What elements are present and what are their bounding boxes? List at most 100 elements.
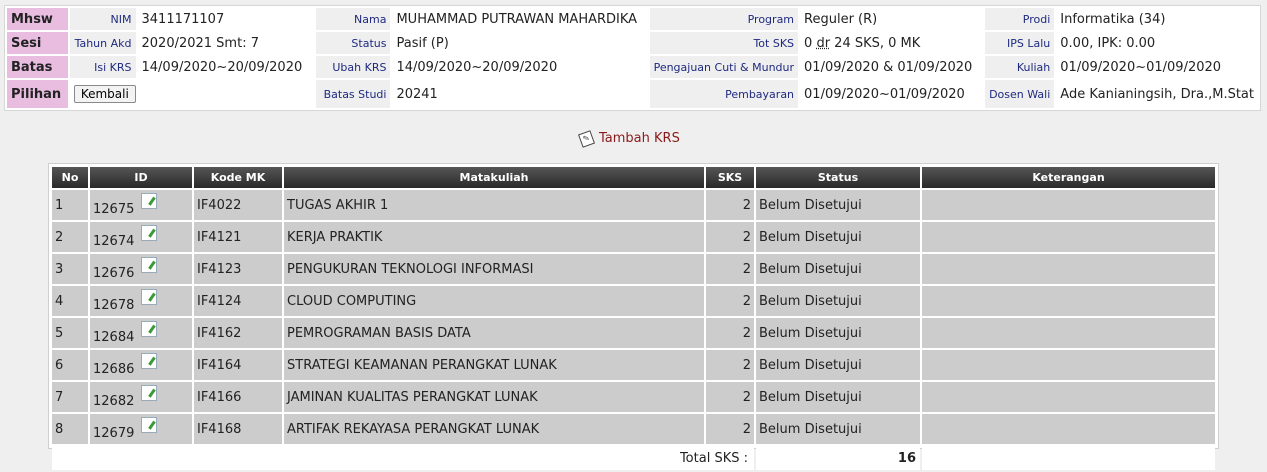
- tambah-krs-link[interactable]: ✎ Tambah KRS: [577, 129, 680, 148]
- row-matakuliah: KERJA PRAKTIK: [284, 222, 704, 252]
- row-status: Belum Disetujui: [756, 350, 920, 380]
- krs-table: No ID Kode MK Matakuliah SKS Status Kete…: [50, 165, 1217, 472]
- section-label-pilihan: Pilihan: [7, 80, 68, 108]
- row-status: Belum Disetujui: [756, 286, 920, 316]
- label-status: Status: [316, 32, 391, 54]
- row-keterangan: [922, 254, 1215, 284]
- tot-sks-part2: 24 SKS, 0 MK: [830, 35, 921, 51]
- label-nama: Nama: [316, 8, 391, 30]
- row-sks: 2: [706, 190, 754, 220]
- edit-icon[interactable]: [140, 257, 157, 273]
- info-row-mhsw: Mhsw NIM 3411171107 Nama MUHAMMAD PUTRAW…: [7, 8, 1258, 30]
- edit-note-icon: ✎: [577, 129, 596, 148]
- row-no: 3: [52, 254, 88, 284]
- edit-icon[interactable]: [140, 321, 157, 337]
- table-row: 5 12684 IF4162 PEMROGRAMAN BASIS DATA 2 Belu…: [52, 318, 1215, 348]
- row-keterangan: [922, 382, 1215, 412]
- tambah-krs-label: Tambah KRS: [599, 131, 680, 146]
- table-row: 8 12679 IF4168 ARTIFAK REKAYASA PERANGKAT …: [52, 414, 1215, 444]
- total-filler: [922, 446, 1215, 470]
- label-ips-lalu: IPS Lalu: [985, 32, 1055, 54]
- value-prodi: Informatika (34): [1056, 8, 1258, 30]
- tot-sks-dr-abbr: dr: [816, 35, 831, 51]
- row-id: 12675: [93, 202, 135, 217]
- row-id-cell: 12676: [90, 254, 192, 284]
- value-kuliah: 01/09/2020~01/09/2020: [1056, 56, 1258, 78]
- row-id: 12679: [93, 426, 135, 441]
- row-id-cell: 12674: [90, 222, 192, 252]
- row-status: Belum Disetujui: [756, 222, 920, 252]
- col-no: No: [52, 167, 88, 188]
- row-id: 12682: [93, 394, 135, 409]
- krs-table-body: 1 12675 IF4022 TUGAS AKHIR 1 2 Belum Disetuj…: [52, 190, 1215, 444]
- edit-icon[interactable]: [140, 385, 157, 401]
- info-row-pilihan: Pilihan Kembali Batas Studi 20241 Pembay…: [7, 80, 1258, 108]
- edit-icon[interactable]: [140, 353, 157, 369]
- info-row-sesi: Sesi Tahun Akd 2020/2021 Smt: 7 Status P…: [7, 32, 1258, 54]
- row-kode-mk: IF4168: [194, 414, 282, 444]
- table-row: 2 12674 IF4121 KERJA PRAKTIK 2 Belum Disetuj…: [52, 222, 1215, 252]
- col-keterangan: Keterangan: [922, 167, 1215, 188]
- row-matakuliah: JAMINAN KUALITAS PERANGKAT LUNAK: [284, 382, 704, 412]
- edit-icon[interactable]: [140, 225, 157, 241]
- row-matakuliah: PEMROGRAMAN BASIS DATA: [284, 318, 704, 348]
- col-kode-mk: Kode MK: [194, 167, 282, 188]
- label-nim: NIM: [69, 8, 136, 30]
- value-batas-studi: 20241: [392, 80, 648, 108]
- row-status: Belum Disetujui: [756, 318, 920, 348]
- label-ubah-krs: Ubah KRS: [316, 56, 391, 78]
- edit-icon[interactable]: [140, 193, 157, 209]
- label-tahun-akd: Tahun Akd: [69, 32, 136, 54]
- value-pengajuan-cuti: 01/09/2020 & 01/09/2020: [800, 56, 984, 78]
- total-sks-label: Total SKS :: [52, 446, 754, 470]
- row-keterangan: [922, 318, 1215, 348]
- pilihan-actions: Kembali: [69, 80, 315, 108]
- row-id-cell: 12684: [90, 318, 192, 348]
- krs-table-container: No ID Kode MK Matakuliah SKS Status Kete…: [48, 163, 1219, 470]
- value-ubah-krs: 14/09/2020~20/09/2020: [392, 56, 648, 78]
- row-kode-mk: IF4123: [194, 254, 282, 284]
- edit-icon[interactable]: [140, 289, 157, 305]
- section-label-batas: Batas: [7, 56, 68, 78]
- krs-table-header: No ID Kode MK Matakuliah SKS Status Kete…: [52, 167, 1215, 188]
- row-sks: 2: [706, 382, 754, 412]
- kembali-button[interactable]: Kembali: [73, 85, 136, 103]
- row-sks: 2: [706, 222, 754, 252]
- row-matakuliah: STRATEGI KEAMANAN PERANGKAT LUNAK: [284, 350, 704, 380]
- label-prodi: Prodi: [985, 8, 1055, 30]
- row-kode-mk: IF4121: [194, 222, 282, 252]
- label-tot-sks: Tot SKS: [649, 32, 799, 54]
- label-isi-krs: Isi KRS: [69, 56, 136, 78]
- value-status: Pasif (P): [392, 32, 648, 54]
- row-status: Belum Disetujui: [756, 414, 920, 444]
- value-pembayaran: 01/09/2020~01/09/2020: [800, 80, 984, 108]
- row-id-cell: 12682: [90, 382, 192, 412]
- row-matakuliah: TUGAS AKHIR 1: [284, 190, 704, 220]
- row-id-cell: 12686: [90, 350, 192, 380]
- total-row: Total SKS : 16: [52, 446, 1215, 470]
- row-keterangan: [922, 190, 1215, 220]
- row-id: 12686: [93, 362, 135, 377]
- row-matakuliah: PENGUKURAN TEKNOLOGI INFORMASI: [284, 254, 704, 284]
- row-sks: 2: [706, 350, 754, 380]
- label-batas-studi: Batas Studi: [316, 80, 391, 108]
- row-keterangan: [922, 350, 1215, 380]
- label-program: Program: [649, 8, 799, 30]
- col-status: Status: [756, 167, 920, 188]
- value-program: Reguler (R): [800, 8, 984, 30]
- section-label-sesi: Sesi: [7, 32, 68, 54]
- row-status: Belum Disetujui: [756, 190, 920, 220]
- row-status: Belum Disetujui: [756, 254, 920, 284]
- label-kuliah: Kuliah: [985, 56, 1055, 78]
- table-row: 4 12678 IF4124 CLOUD COMPUTING 2 Belum Diset…: [52, 286, 1215, 316]
- edit-icon[interactable]: [140, 417, 157, 433]
- row-id: 12684: [93, 330, 135, 345]
- row-no: 4: [52, 286, 88, 316]
- table-row: 3 12676 IF4123 PENGUKURAN TEKNOLOGI INFORM…: [52, 254, 1215, 284]
- row-no: 2: [52, 222, 88, 252]
- label-dosen-wali: Dosen Wali: [985, 80, 1055, 108]
- row-sks: 2: [706, 414, 754, 444]
- section-label-mhsw: Mhsw: [7, 8, 68, 30]
- info-row-batas: Batas Isi KRS 14/09/2020~20/09/2020 Ubah…: [7, 56, 1258, 78]
- value-tahun-akd: 2020/2021 Smt: 7: [137, 32, 315, 54]
